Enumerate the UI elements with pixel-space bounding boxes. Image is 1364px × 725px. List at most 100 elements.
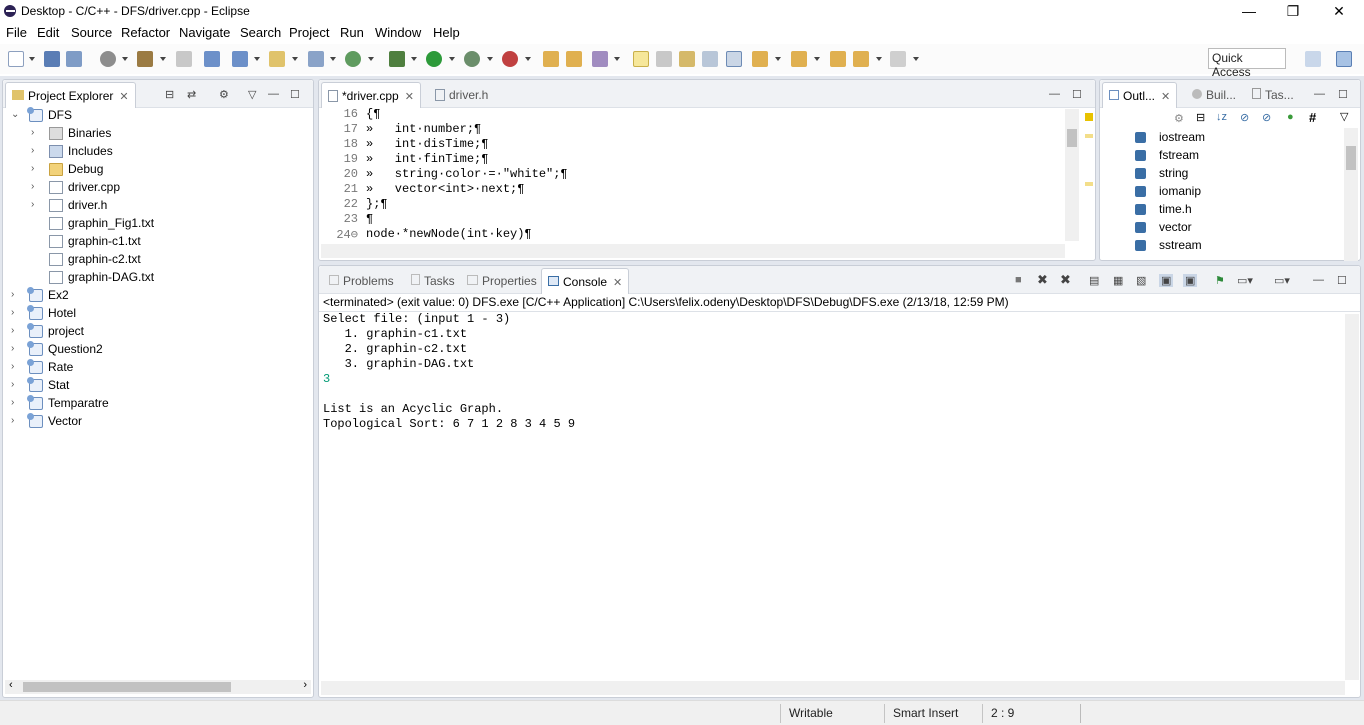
open-perspective-icon[interactable]	[1305, 51, 1321, 67]
collapsed-arrow-icon[interactable]: ›	[11, 415, 21, 426]
scroll-right-icon[interactable]: ›	[303, 679, 307, 691]
tree-item[interactable]: › Ex2	[3, 287, 303, 305]
tree-item[interactable]: ⌄ DFS	[3, 107, 303, 125]
collapsed-arrow-icon[interactable]: ›	[31, 163, 41, 174]
cpp-perspective-icon[interactable]	[1336, 51, 1352, 67]
menu-refactor[interactable]: Refactor	[121, 25, 170, 40]
tab-tasks[interactable]: Tasks	[405, 268, 461, 294]
word-wrap-icon[interactable]: ▧	[1136, 274, 1146, 287]
hide-nonpublic-icon[interactable]: ●	[1287, 111, 1294, 123]
scroll-thumb[interactable]	[1067, 129, 1077, 147]
link-editor-icon[interactable]: ⇄	[187, 88, 196, 101]
outline-item[interactable]: vector	[1159, 220, 1192, 238]
collapsed-arrow-icon[interactable]: ›	[11, 289, 21, 300]
console-horizontal-scrollbar[interactable]	[321, 681, 1345, 695]
hide-macros-icon[interactable]: #	[1309, 110, 1316, 125]
tab-properties[interactable]: Properties	[461, 268, 543, 294]
collapse-all-icon[interactable]: ⊟	[165, 88, 174, 101]
minimize-button[interactable]: —	[1226, 0, 1272, 22]
collapsed-arrow-icon[interactable]: ›	[31, 145, 41, 156]
collapsed-arrow-icon[interactable]: ›	[31, 181, 41, 192]
collapsed-arrow-icon[interactable]: ›	[11, 325, 21, 336]
outline-item[interactable]: string	[1159, 166, 1188, 184]
tree-item[interactable]: graphin-c2.txt	[3, 251, 303, 269]
quick-access-input[interactable]: Quick Access	[1208, 48, 1286, 79]
display-console-icon[interactable]: ▭▾	[1237, 274, 1253, 287]
tree-item[interactable]: › Stat	[3, 377, 303, 395]
sort-icon[interactable]: ↓z	[1216, 111, 1227, 123]
collapsed-arrow-icon[interactable]: ›	[31, 199, 41, 210]
collapsed-arrow-icon[interactable]: ›	[11, 397, 21, 408]
open-file-icon[interactable]	[566, 51, 582, 67]
tab-project-explorer[interactable]: Project Explorer ✕	[5, 82, 136, 108]
tree-item[interactable]: › Temparatre	[3, 395, 303, 413]
close-tab-icon[interactable]: ✕	[405, 90, 414, 103]
filter-icon[interactable]: ⚙	[219, 88, 229, 101]
console-vertical-scrollbar[interactable]	[1345, 314, 1359, 680]
scroll-left-icon[interactable]: ‹	[9, 679, 13, 691]
tree-item[interactable]: graphin_Fig1.txt	[3, 215, 303, 233]
code-line[interactable]: {¶	[366, 107, 380, 121]
maximize-icon[interactable]: ☐	[290, 88, 300, 101]
build-config-icon[interactable]	[100, 51, 116, 67]
minimize-icon[interactable]: —	[268, 88, 279, 100]
minimize-icon[interactable]: —	[1314, 88, 1325, 100]
code-line[interactable]: node·*newNode(int·key)¶	[366, 227, 532, 241]
run-icon[interactable]	[426, 51, 442, 67]
pin-console-icon[interactable]: ⚑	[1215, 274, 1225, 287]
block-selection-icon[interactable]	[702, 51, 718, 67]
debug-bug-icon[interactable]	[389, 51, 405, 67]
annotation-marker[interactable]	[1085, 134, 1093, 138]
view-menu-icon[interactable]: ▽	[248, 88, 256, 101]
view-menu-icon[interactable]: ▽	[1340, 110, 1348, 123]
expanded-arrow-icon[interactable]: ⌄	[11, 109, 21, 120]
annotation-icon[interactable]	[679, 51, 695, 67]
collapsed-arrow-icon[interactable]: ›	[31, 127, 41, 138]
outline-item[interactable]: iostream	[1159, 130, 1205, 148]
code-line[interactable]: » int·disTime;¶	[366, 137, 488, 151]
tree-item[interactable]: › Rate	[3, 359, 303, 377]
close-tab-icon[interactable]: ✕	[1161, 90, 1170, 103]
close-button[interactable]: ✕	[1316, 0, 1362, 22]
minimize-icon[interactable]: —	[1313, 274, 1324, 286]
minimize-icon[interactable]: —	[1049, 88, 1060, 100]
tree-item[interactable]: › Vector	[3, 413, 303, 431]
close-tab-icon[interactable]: ✕	[613, 276, 622, 289]
menu-file[interactable]: File	[6, 25, 27, 40]
tab-driver-h[interactable]: driver.h	[429, 82, 494, 108]
tree-item[interactable]: › Question2	[3, 341, 303, 359]
terminate-icon[interactable]: ■	[1015, 274, 1022, 286]
new-class-icon[interactable]	[308, 51, 324, 67]
horizontal-scrollbar[interactable]: ‹ ›	[5, 679, 311, 694]
editor-vertical-scrollbar[interactable]	[1065, 109, 1079, 241]
tab-driver-cpp[interactable]: *driver.cpp ✕	[321, 82, 421, 108]
outline-item[interactable]: sstream	[1159, 238, 1202, 256]
new-project-icon[interactable]	[232, 51, 248, 67]
open-folder-icon[interactable]	[543, 51, 559, 67]
menu-run[interactable]: Run	[340, 25, 364, 40]
menu-window[interactable]: Window	[375, 25, 421, 40]
collapsed-arrow-icon[interactable]: ›	[11, 343, 21, 354]
debug-tool-icon[interactable]	[204, 51, 220, 67]
menu-edit[interactable]: Edit	[37, 25, 59, 40]
clear-console-icon[interactable]: ▤	[1089, 274, 1099, 287]
code-line[interactable]: ¶	[366, 212, 373, 226]
previous-annotation-icon[interactable]	[791, 51, 807, 67]
hide-fields-icon[interactable]: ⊘	[1240, 111, 1249, 124]
scroll-thumb[interactable]	[1346, 146, 1356, 170]
tree-item[interactable]: › Hotel	[3, 305, 303, 323]
open-type-icon[interactable]	[269, 51, 285, 67]
forward-icon[interactable]	[890, 51, 906, 67]
close-tab-icon[interactable]: ✕	[119, 90, 128, 103]
save-icon[interactable]	[44, 51, 60, 67]
maximize-icon[interactable]: ☐	[1337, 274, 1347, 287]
menu-search[interactable]: Search	[240, 25, 281, 40]
maximize-icon[interactable]: ☐	[1338, 88, 1348, 101]
hide-static-icon[interactable]: ⊘	[1262, 111, 1271, 124]
menu-help[interactable]: Help	[433, 25, 460, 40]
code-line[interactable]: » int·finTime;¶	[366, 152, 488, 166]
highlight-icon[interactable]	[633, 51, 649, 67]
collapsed-arrow-icon[interactable]: ›	[11, 379, 21, 390]
show-on-output-icon[interactable]: ▣	[1159, 274, 1174, 287]
maximize-icon[interactable]: ☐	[1072, 88, 1082, 101]
